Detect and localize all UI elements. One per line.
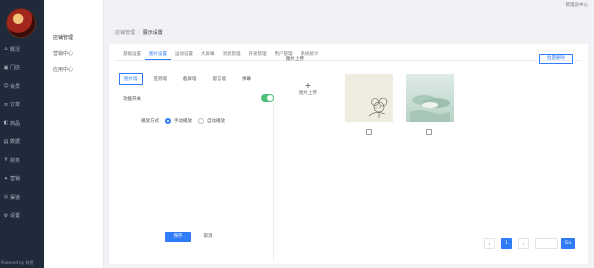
sidebar-item-goods[interactable]: ◧ 商品 bbox=[0, 114, 44, 133]
sidebar-item-label: 订单 bbox=[10, 102, 21, 109]
chip-screenshot-wall[interactable]: 截屏墙 bbox=[178, 73, 202, 85]
thumbnail-checkbox[interactable] bbox=[426, 129, 432, 135]
sketch-illustration bbox=[368, 97, 388, 118]
tab-basic[interactable]: 基础设置 bbox=[119, 49, 145, 60]
member-icon: ☺ bbox=[3, 83, 9, 90]
sidebar-footer: Powered by 有赞 bbox=[1, 260, 34, 265]
function-panel: 功能开关 播放方式 手动播放 自动播放 保存 取消 bbox=[113, 92, 274, 262]
batch-delete-button[interactable]: 批量删除 bbox=[539, 54, 573, 64]
radio-manual-label: 手动播放 bbox=[174, 119, 192, 124]
subnav-item-marketing[interactable]: 营销中心 bbox=[44, 46, 103, 62]
chip-photo-wall[interactable]: 图片墙 bbox=[119, 73, 143, 85]
image-thumbnail[interactable] bbox=[345, 74, 393, 122]
play-mode-label: 播放方式 bbox=[141, 119, 159, 124]
chip-danmaku[interactable]: 弹幕 bbox=[237, 73, 256, 85]
topbar: 管理员中心 bbox=[104, 0, 594, 20]
image-upload-box[interactable]: + 图片上传 bbox=[287, 82, 329, 110]
breadcrumb-current: 展示设置 bbox=[142, 30, 163, 36]
sidebar-item-data[interactable]: ▤ 数据 bbox=[0, 133, 44, 152]
function-toggle[interactable] bbox=[261, 94, 274, 102]
function-switch-label: 功能开关 bbox=[123, 97, 141, 102]
pager-go-button[interactable]: Go bbox=[561, 238, 575, 249]
chip-message-wall[interactable]: 留言墙 bbox=[208, 73, 232, 85]
tab-divider bbox=[115, 60, 582, 61]
tab-activity[interactable]: 运动设置 bbox=[171, 49, 197, 60]
thumbnail-checkbox[interactable] bbox=[366, 129, 372, 135]
wall-type-chips: 图片墙 签到墙 截屏墙 留言墙 弹幕 bbox=[119, 73, 256, 85]
radio-auto-label: 自动播放 bbox=[207, 119, 225, 124]
app: ⌂ 概况 ▣ 门店 ☺ 会员 ≡ 订单 ◧ 商品 ▤ 数据 ¥ 财务 ✦ 营销 ◎ 渠道 ⚙ 设置 Powered b… bbox=[0, 0, 594, 268]
tab-image[interactable]: 图片设置 bbox=[145, 49, 171, 60]
sidebar-item-settings[interactable]: ⚙ 设置 bbox=[0, 207, 44, 226]
cancel-button[interactable]: 取消 bbox=[197, 232, 219, 242]
subnav-item-apps[interactable]: 应用中心 bbox=[44, 62, 103, 78]
sidebar-item-label: 门店 bbox=[10, 65, 21, 72]
radio-manual[interactable] bbox=[165, 118, 171, 124]
sidebar-item-label: 渠道 bbox=[10, 194, 21, 201]
logo bbox=[6, 8, 36, 38]
user-menu[interactable]: 管理员中心 bbox=[566, 2, 589, 8]
upload-label: 图片上传 bbox=[299, 91, 317, 96]
sidebar-item-store[interactable]: ▣ 门店 bbox=[0, 59, 44, 78]
sidebar-item-channel[interactable]: ◎ 渠道 bbox=[0, 188, 44, 207]
image-upload-heading: 图片上传 bbox=[286, 57, 304, 62]
home-icon: ⌂ bbox=[4, 46, 8, 53]
sidebar-item-label: 营销 bbox=[10, 176, 21, 183]
sidebar-item-label: 财务 bbox=[10, 157, 21, 164]
channel-icon: ◎ bbox=[3, 194, 9, 201]
cloud-landscape-illustration bbox=[410, 95, 450, 122]
breadcrumb: 店铺管理 / 展示设置 bbox=[115, 29, 163, 36]
finance-icon: ¥ bbox=[4, 157, 8, 164]
pager-jump-input[interactable] bbox=[535, 238, 558, 249]
sidebar-item-marketing[interactable]: ✦ 营销 bbox=[0, 170, 44, 189]
play-mode-row: 播放方式 手动播放 自动播放 bbox=[141, 118, 225, 124]
sidebar-item-order[interactable]: ≡ 订单 bbox=[0, 96, 44, 115]
secondary-nav: 店铺管理 营销中心 应用中心 bbox=[44, 0, 104, 268]
sidebar-item-label: 会员 bbox=[10, 83, 21, 90]
sidebar-item-finance[interactable]: ¥ 财务 bbox=[0, 151, 44, 170]
plus-icon: + bbox=[304, 81, 312, 90]
radio-auto[interactable] bbox=[198, 118, 204, 124]
sidebar-item-label: 概况 bbox=[10, 46, 21, 53]
sidebar-nav: ⌂ 概况 ▣ 门店 ☺ 会员 ≡ 订单 ◧ 商品 ▤ 数据 ¥ 财务 ✦ 营销 ◎ 渠道 ⚙ 设置 bbox=[0, 40, 44, 225]
subnav-item-shop[interactable]: 店铺管理 bbox=[44, 30, 103, 46]
settings-icon: ⚙ bbox=[3, 212, 9, 219]
data-icon: ▤ bbox=[3, 138, 9, 145]
save-button[interactable]: 保存 bbox=[165, 232, 191, 242]
tab-messages[interactable]: 消息管理 bbox=[219, 49, 245, 60]
chip-checkin-wall[interactable]: 签到墙 bbox=[149, 73, 173, 85]
pager-page-current[interactable]: 1 bbox=[501, 238, 512, 249]
tab-big-screen[interactable]: 大屏幕 bbox=[197, 49, 219, 60]
image-thumbnail[interactable] bbox=[406, 74, 454, 122]
sidebar-item-home[interactable]: ⌂ 概况 bbox=[0, 40, 44, 59]
sidebar-item-member[interactable]: ☺ 会员 bbox=[0, 77, 44, 96]
pager-next[interactable]: › bbox=[518, 238, 529, 249]
pager-prev[interactable]: ‹ bbox=[484, 238, 495, 249]
sidebar-item-label: 设置 bbox=[10, 213, 21, 220]
main-sidebar: ⌂ 概况 ▣ 门店 ☺ 会员 ≡ 订单 ◧ 商品 ▤ 数据 ¥ 财务 ✦ 营销 ◎ 渠道 ⚙ 设置 Powered b… bbox=[0, 0, 44, 268]
breadcrumb-separator: / bbox=[138, 30, 140, 36]
sidebar-item-label: 商品 bbox=[10, 120, 21, 127]
tab-develop[interactable]: 开发管理 bbox=[245, 49, 271, 60]
goods-icon: ◧ bbox=[3, 120, 9, 127]
store-icon: ▣ bbox=[3, 64, 9, 71]
settings-card: 基础设置 图片设置 运动设置 大屏幕 消息管理 开发管理 用户管理 系统统计 图… bbox=[109, 44, 588, 264]
breadcrumb-parent[interactable]: 店铺管理 bbox=[115, 30, 135, 36]
marketing-icon: ✦ bbox=[3, 175, 9, 182]
order-icon: ≡ bbox=[3, 101, 9, 108]
sidebar-item-label: 数据 bbox=[10, 139, 21, 146]
